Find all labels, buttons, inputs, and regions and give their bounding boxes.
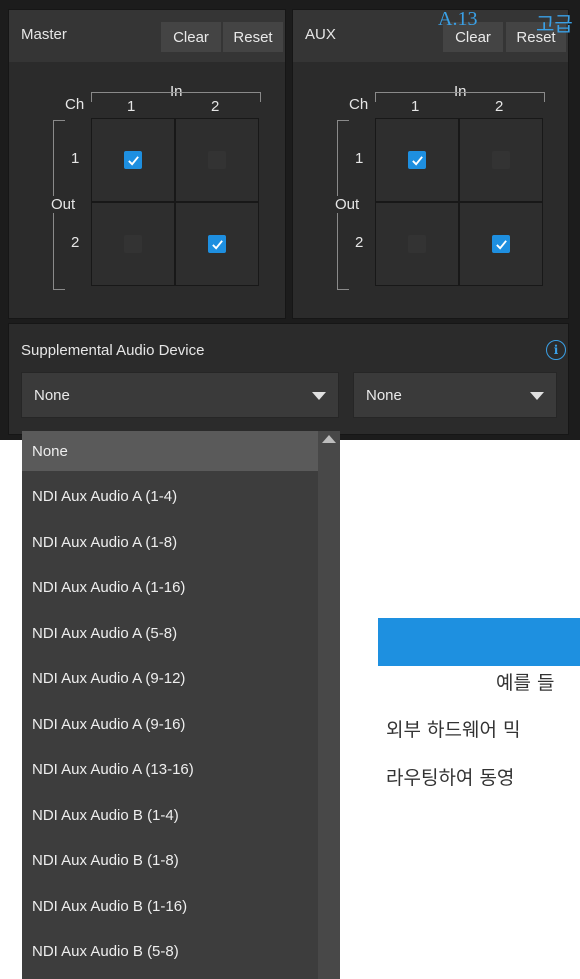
checkmark-icon — [495, 239, 507, 250]
checkbox-unchecked[interactable] — [492, 151, 510, 169]
chevron-down-icon — [312, 392, 326, 400]
aux-in-bracket — [375, 92, 545, 102]
page-text-line1: 예를 들 — [496, 672, 555, 694]
info-icon[interactable]: i — [546, 340, 566, 360]
page-text-line2: 외부 하드웨어 믹 — [386, 719, 521, 741]
master-in-col-2: 2 — [211, 98, 220, 115]
aux-out-row-1: 1 — [355, 150, 364, 167]
dropdown-option[interactable]: NDI Aux Audio A (1-16) — [22, 568, 318, 608]
aux-in-col-2: 2 — [495, 98, 504, 115]
dropdown-option[interactable]: None — [22, 431, 318, 471]
checkbox-unchecked[interactable] — [408, 235, 426, 253]
dropdown-option[interactable]: NDI Aux Audio A (1-4) — [22, 477, 318, 517]
master-panel-header: Master Clear Reset — [9, 10, 285, 62]
aux-ch-label: Ch — [349, 96, 369, 113]
dropdown-option[interactable]: NDI Aux Audio B (1-4) — [22, 795, 318, 835]
blue-highlight-bar — [378, 618, 580, 666]
supplemental-audio-section: Supplemental Audio Device i None None — [8, 323, 569, 435]
aux-panel-header: AUX Clear Reset — [293, 10, 568, 62]
dropdown-option[interactable]: NDI Aux Audio A (9-16) — [22, 704, 318, 744]
chevron-down-icon — [530, 392, 544, 400]
master-title: Master — [21, 26, 67, 43]
supplemental-device-select-left[interactable]: None — [21, 372, 339, 418]
master-ch-label: Ch — [65, 96, 85, 113]
checkbox-checked[interactable] — [124, 151, 142, 169]
master-cell-out2-in2[interactable] — [175, 202, 259, 286]
master-reset-button[interactable]: Reset — [223, 22, 283, 52]
master-cell-out1-in2[interactable] — [175, 118, 259, 202]
aux-cell-out1-in1[interactable] — [375, 118, 459, 202]
select-left-value: None — [34, 387, 70, 404]
page-number: A.13 — [438, 8, 478, 30]
checkbox-unchecked[interactable] — [124, 235, 142, 253]
dropdown-option[interactable]: NDI Aux Audio A (13-16) — [22, 750, 318, 790]
checkbox-checked[interactable] — [208, 235, 226, 253]
dropdown-option[interactable]: NDI Aux Audio A (9-12) — [22, 659, 318, 699]
aux-cell-out1-in2[interactable] — [459, 118, 543, 202]
master-out-row-2: 2 — [71, 234, 80, 251]
dropdown-option[interactable]: NDI Aux Audio A (5-8) — [22, 613, 318, 653]
master-panel: Master Clear Reset In Ch 1 2 Out 1 2 — [8, 9, 286, 319]
master-cell-out1-in1[interactable] — [91, 118, 175, 202]
aux-out-row-2: 2 — [355, 234, 364, 251]
scroll-up-icon[interactable] — [322, 435, 336, 443]
checkmark-icon — [127, 155, 139, 166]
checkbox-checked[interactable] — [492, 235, 510, 253]
dropdown-option[interactable]: NDI Aux Audio B (5-8) — [22, 932, 318, 972]
master-out-row-1: 1 — [71, 150, 80, 167]
dropdown-scrollbar[interactable] — [318, 431, 340, 979]
aux-panel: AUX Clear Reset In Ch 1 2 Out 1 2 — [292, 9, 569, 319]
checkmark-icon — [411, 155, 423, 166]
master-in-bracket — [91, 92, 261, 102]
checkbox-unchecked[interactable] — [208, 151, 226, 169]
aux-title: AUX — [305, 26, 336, 43]
master-cell-out2-in1[interactable] — [91, 202, 175, 286]
checkbox-checked[interactable] — [408, 151, 426, 169]
dropdown-option[interactable]: NDI Aux Audio A (1-8) — [22, 522, 318, 562]
dropdown-option[interactable]: NDI Aux Audio B (1-16) — [22, 886, 318, 926]
master-out-label: Out — [49, 196, 78, 213]
aux-in-col-1: 1 — [411, 98, 420, 115]
heading-fragment: 고급 — [536, 14, 573, 36]
device-dropdown-list[interactable]: None NDI Aux Audio A (1-4) NDI Aux Audio A… — [22, 431, 340, 979]
aux-out-label: Out — [333, 196, 362, 213]
supplemental-audio-label: Supplemental Audio Device — [21, 342, 205, 359]
supplemental-device-select-right[interactable]: None — [353, 372, 557, 418]
page-text-line3: 라우팅하여 동영 — [386, 767, 515, 789]
select-right-value: None — [366, 387, 402, 404]
checkmark-icon — [211, 239, 223, 250]
dropdown-option[interactable]: NDI Aux Audio B (1-8) — [22, 841, 318, 881]
aux-cell-out2-in2[interactable] — [459, 202, 543, 286]
master-clear-button[interactable]: Clear — [161, 22, 221, 52]
master-in-col-1: 1 — [127, 98, 136, 115]
aux-cell-out2-in1[interactable] — [375, 202, 459, 286]
